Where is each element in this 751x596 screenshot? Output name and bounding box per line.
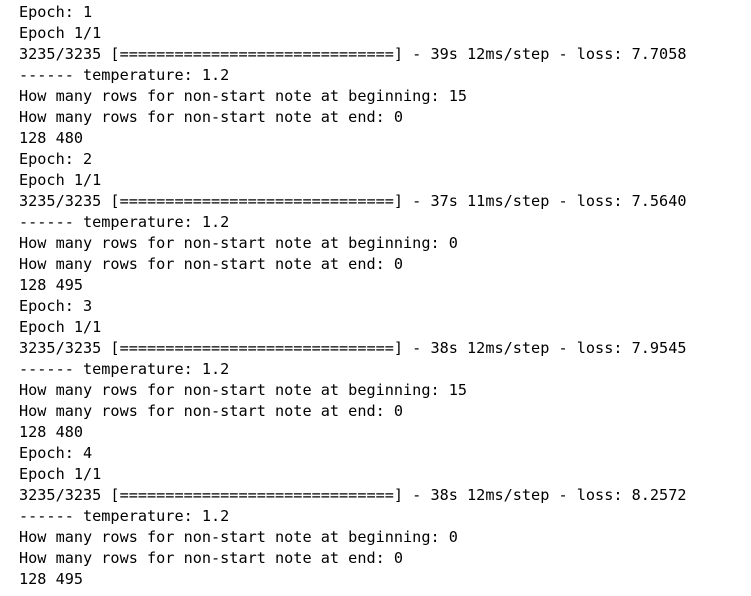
log-line-rows-end: How many rows for non-start note at end:… bbox=[19, 108, 404, 126]
log-line-progress-bar: 3235/3235 [=============================… bbox=[19, 339, 687, 357]
log-line-shape: 128 480 bbox=[19, 129, 84, 147]
log-line-epoch-progress-label: Epoch 1/1 bbox=[19, 465, 102, 483]
log-line-progress-bar: 3235/3235 [=============================… bbox=[19, 45, 687, 63]
log-line-progress-bar: 3235/3235 [=============================… bbox=[19, 192, 687, 210]
training-log-output: Epoch: 1 Epoch 1/1 3235/3235 [==========… bbox=[0, 0, 751, 590]
log-line-epoch-header: Epoch: 4 bbox=[19, 444, 93, 462]
log-line-rows-end: How many rows for non-start note at end:… bbox=[19, 402, 404, 420]
log-line-rows-beginning: How many rows for non-start note at begi… bbox=[19, 87, 468, 105]
log-line-epoch-progress-label: Epoch 1/1 bbox=[19, 171, 102, 189]
log-line-shape: 128 495 bbox=[19, 570, 84, 588]
log-line-temperature: ------ temperature: 1.2 bbox=[19, 213, 230, 231]
log-line-progress-bar: 3235/3235 [=============================… bbox=[19, 486, 687, 504]
log-line-epoch-progress-label: Epoch 1/1 bbox=[19, 318, 102, 336]
log-line-epoch-progress-label: Epoch 1/1 bbox=[19, 24, 102, 42]
log-line-shape: 128 480 bbox=[19, 423, 84, 441]
log-line-epoch-header: Epoch: 3 bbox=[19, 297, 93, 315]
log-line-temperature: ------ temperature: 1.2 bbox=[19, 360, 230, 378]
log-line-temperature: ------ temperature: 1.2 bbox=[19, 66, 230, 84]
log-line-rows-beginning: How many rows for non-start note at begi… bbox=[19, 528, 458, 546]
log-line-shape: 128 495 bbox=[19, 276, 84, 294]
log-line-epoch-header: Epoch: 2 bbox=[19, 150, 93, 168]
log-line-epoch-header: Epoch: 1 bbox=[19, 3, 93, 21]
log-line-temperature: ------ temperature: 1.2 bbox=[19, 507, 230, 525]
log-line-rows-end: How many rows for non-start note at end:… bbox=[19, 549, 404, 567]
log-line-rows-beginning: How many rows for non-start note at begi… bbox=[19, 381, 468, 399]
log-line-rows-end: How many rows for non-start note at end:… bbox=[19, 255, 404, 273]
log-line-rows-beginning: How many rows for non-start note at begi… bbox=[19, 234, 458, 252]
